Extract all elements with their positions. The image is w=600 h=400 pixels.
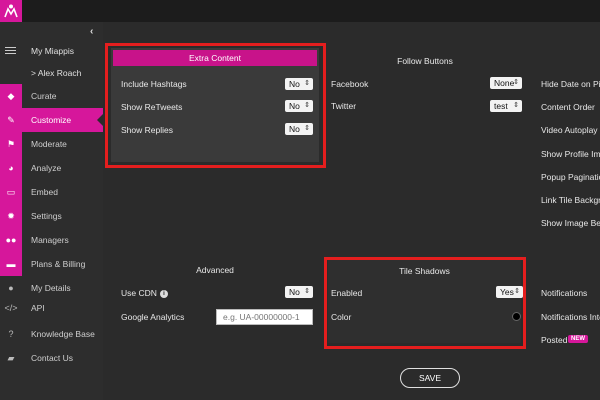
follow-buttons-title: Follow Buttons — [397, 56, 453, 66]
sidebar-item-label: Plans & Billing — [31, 259, 86, 269]
right-item: Show Image Belo — [541, 218, 600, 228]
sidebar-item-label: Analyze — [31, 163, 62, 173]
highlight-extra-content — [105, 43, 326, 168]
cube-icon: ◆ — [7, 90, 15, 101]
top-bar — [0, 0, 600, 22]
select-value: No — [289, 287, 300, 297]
use-cdn-label: Use CDN i — [121, 288, 168, 298]
sidebar-item-plans-billing[interactable]: ▬ Plans & Billing — [0, 252, 103, 276]
select-value: None — [494, 78, 515, 88]
facebook-select[interactable]: None ⇕ — [490, 77, 522, 89]
sidebar-item-label: API — [31, 303, 45, 313]
highlight-tile-shadows — [324, 257, 526, 349]
chevron-updown-icon: ⇕ — [304, 288, 310, 295]
right-item: Video Autoplay — [541, 125, 598, 135]
sidebar-item-label: Knowledge Base — [31, 329, 95, 339]
sidebar-item-label: My Details — [31, 283, 71, 293]
sidebar-item-label: Curate — [31, 91, 57, 101]
sidebar-item-managers[interactable]: ●● Managers — [0, 228, 103, 252]
twitter-label: Twitter — [331, 101, 357, 111]
right-item: Popup Paginatio — [541, 172, 600, 182]
sidebar-item-knowledge-base[interactable]: ? Knowledge Base — [0, 322, 103, 346]
sidebar-item-label: Contact Us — [31, 353, 74, 363]
sidebar-item-moderate[interactable]: ⚑ Moderate — [0, 132, 103, 156]
chevron-updown-icon: ⇕ — [513, 79, 519, 86]
gear-icon: ✹ — [7, 210, 15, 221]
credit-card-icon: ▬ — [6, 259, 16, 269]
notifications-item: Notifications Inte — [541, 312, 600, 322]
info-icon[interactable]: i — [159, 289, 168, 298]
account-label[interactable]: My Miappis — [31, 46, 74, 56]
right-item: Show Profile Ima — [541, 149, 600, 159]
chevron-updown-icon: ⇕ — [513, 102, 519, 109]
menu-icon[interactable] — [5, 47, 16, 54]
new-badge: NEW — [568, 335, 588, 343]
sidebar-item-label: Customize — [31, 115, 72, 125]
right-item: Content Order — [541, 102, 595, 112]
use-cdn-select[interactable]: No ⇕ — [285, 286, 313, 298]
sidebar-item-curate[interactable]: ◆ Curate — [0, 84, 103, 108]
monitor-icon: ▭ — [6, 186, 16, 197]
sidebar-item-analyze[interactable]: ◕ Analyze — [0, 156, 103, 180]
advanced-title: Advanced — [196, 265, 234, 275]
sidebar-item-embed[interactable]: ▭ Embed — [0, 180, 103, 204]
select-value: test — [494, 101, 508, 111]
right-item: Link Tile Backgro — [541, 195, 600, 205]
code-icon: </> — [4, 303, 18, 313]
google-analytics-label: Google Analytics — [121, 312, 185, 322]
use-cdn-text: Use CDN — [121, 288, 157, 298]
users-icon: ●● — [5, 235, 17, 245]
right-item: Hide Date on Pin — [541, 79, 600, 89]
sidebar-item-label: Settings — [31, 211, 62, 221]
pie-chart-icon: ◕ — [8, 163, 14, 173]
sidebar-item-label: Embed — [31, 187, 58, 197]
sidebar-item-customize[interactable]: ✎ Customize — [0, 108, 103, 132]
google-analytics-input[interactable] — [216, 309, 313, 325]
chevron-left-icon[interactable]: ‹ — [90, 26, 93, 37]
sidebar-item-contact-us[interactable]: ▰ Contact Us — [0, 346, 103, 370]
sidebar-item-label: Moderate — [31, 139, 67, 149]
posted-label: Posted — [541, 335, 568, 345]
chat-icon: ▰ — [7, 352, 15, 363]
account-user[interactable]: > Alex Roach — [31, 68, 81, 78]
notifications-item: Notifications — [541, 288, 588, 298]
main-content: Extra Content Include Hashtags No ⇕ Show … — [103, 22, 600, 400]
twitter-select[interactable]: test ⇕ — [490, 100, 522, 112]
sidebar-item-settings[interactable]: ✹ Settings — [0, 204, 103, 228]
sidebar-item-label: Managers — [31, 235, 69, 245]
save-button[interactable]: SAVE — [400, 368, 460, 388]
facebook-label: Facebook — [331, 79, 369, 89]
sidebar: ‹ My Miappis > Alex Roach ◆ Curate ✎ Cus… — [0, 22, 103, 400]
flag-icon: ⚑ — [6, 138, 16, 149]
sidebar-item-api[interactable]: </> API — [0, 296, 103, 320]
miappis-logo-icon[interactable] — [0, 0, 22, 22]
question-icon: ? — [8, 329, 14, 339]
pencil-icon: ✎ — [7, 114, 15, 125]
